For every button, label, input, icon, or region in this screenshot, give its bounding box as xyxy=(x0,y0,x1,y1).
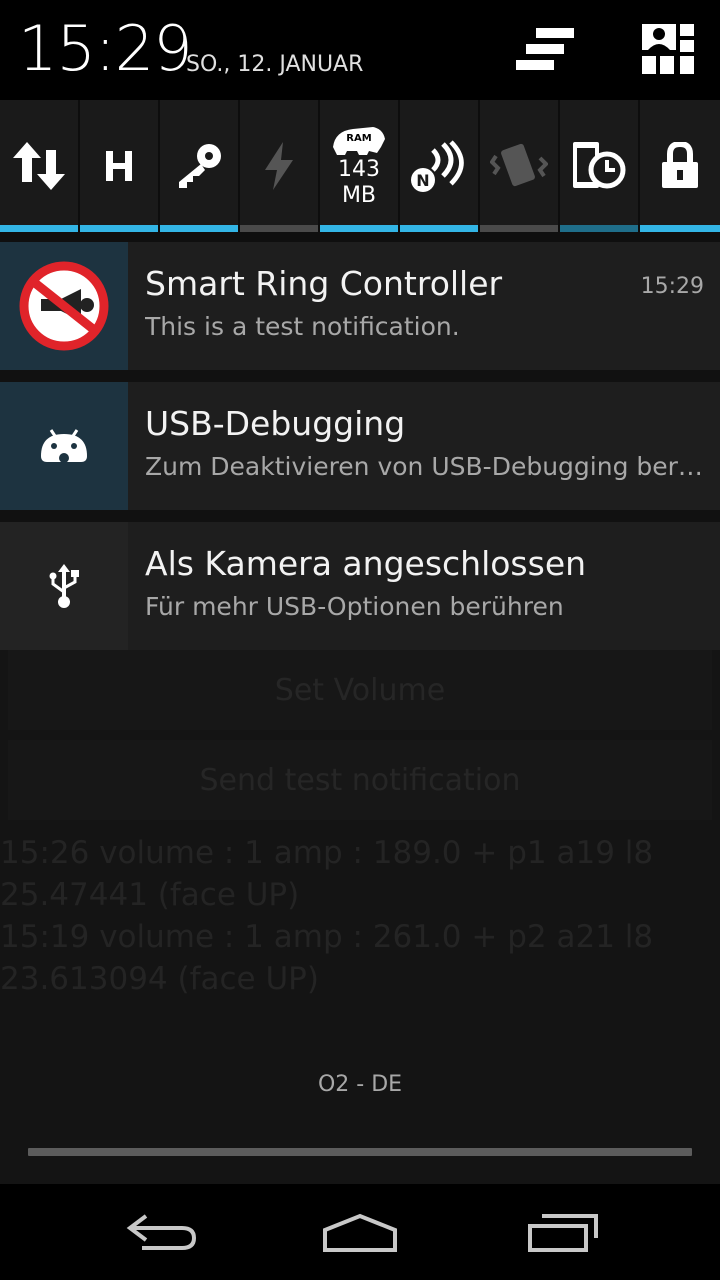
no-horn-icon xyxy=(19,261,109,351)
notification-time: 15:29 xyxy=(640,274,704,299)
key-icon xyxy=(179,144,221,188)
ram-unit: MB xyxy=(341,183,377,208)
notification-text: Zum Deaktivieren von USB-Debugging berü.… xyxy=(145,452,705,481)
notification-usb-debugging[interactable]: USB-Debugging Zum Deaktivieren von USB-D… xyxy=(0,382,720,510)
shade-handle-area[interactable] xyxy=(0,1120,720,1184)
ram-value: 143 xyxy=(338,157,380,182)
tile-vibrate[interactable] xyxy=(480,100,560,232)
settings-tiles-icon[interactable] xyxy=(640,22,696,78)
clear-all-icon[interactable] xyxy=(514,22,574,78)
lock-icon xyxy=(662,142,698,188)
notification-text: This is a test notification. xyxy=(145,312,460,341)
vibrate-icon xyxy=(490,143,548,187)
h-network-icon xyxy=(106,151,132,181)
shade-drag-handle[interactable] xyxy=(28,1148,692,1156)
set-volume-button: Set Volume xyxy=(8,650,712,730)
notification-smart-ring[interactable]: Smart Ring Controller 15:29 This is a te… xyxy=(0,242,720,370)
notification-icon-box xyxy=(0,242,128,370)
notification-title: USB-Debugging xyxy=(145,404,406,443)
data-transfer-icon xyxy=(13,142,65,190)
tile-screen-timeout[interactable] xyxy=(560,100,640,232)
carrier-label: O2 - DE xyxy=(317,1072,403,1097)
clock: 15:29 xyxy=(18,12,193,85)
notification-icon-box xyxy=(0,522,128,650)
notification-text: Für mehr USB-Optionen berühren xyxy=(145,592,564,621)
recent-apps-icon[interactable] xyxy=(518,1206,608,1258)
notification-title: Als Kamera angeschlossen xyxy=(145,544,587,583)
divider xyxy=(0,232,720,242)
shade-header: 15:29 SO., 12. JANUAR xyxy=(0,0,720,100)
home-icon[interactable] xyxy=(315,1206,405,1258)
navigation-bar xyxy=(0,1184,720,1280)
notification-usb-camera[interactable]: Als Kamera angeschlossen Für mehr USB-Op… xyxy=(0,522,720,650)
ram-rhino-icon: RAM xyxy=(333,127,385,155)
android-debug-icon xyxy=(41,429,87,463)
notification-icon-box xyxy=(0,382,128,510)
svg-text:N: N xyxy=(416,171,429,190)
tile-data[interactable] xyxy=(0,100,80,232)
back-icon[interactable] xyxy=(116,1206,206,1258)
usb-icon xyxy=(49,564,79,608)
screen-timeout-icon xyxy=(573,142,626,189)
notification-title: Smart Ring Controller xyxy=(145,264,503,303)
svg-text:RAM: RAM xyxy=(346,133,371,144)
nfc-icon: N xyxy=(411,140,464,192)
date: SO., 12. JANUAR xyxy=(186,52,364,77)
tile-hspa[interactable] xyxy=(80,100,160,232)
tile-ram[interactable]: RAM 143 MB xyxy=(320,100,400,232)
background-log: 15:26 volume : 1 amp : 189.0 + p1 a19 l8… xyxy=(0,835,654,997)
send-test-notification-button: Send test notification xyxy=(8,740,712,820)
tile-nfc[interactable]: N xyxy=(400,100,480,232)
flashlight-icon xyxy=(265,142,293,190)
tile-vpn[interactable] xyxy=(160,100,240,232)
quick-settings-bar: RAM 143 MB N xyxy=(0,100,720,232)
tile-flashlight[interactable] xyxy=(240,100,320,232)
tile-lock[interactable] xyxy=(640,100,720,232)
